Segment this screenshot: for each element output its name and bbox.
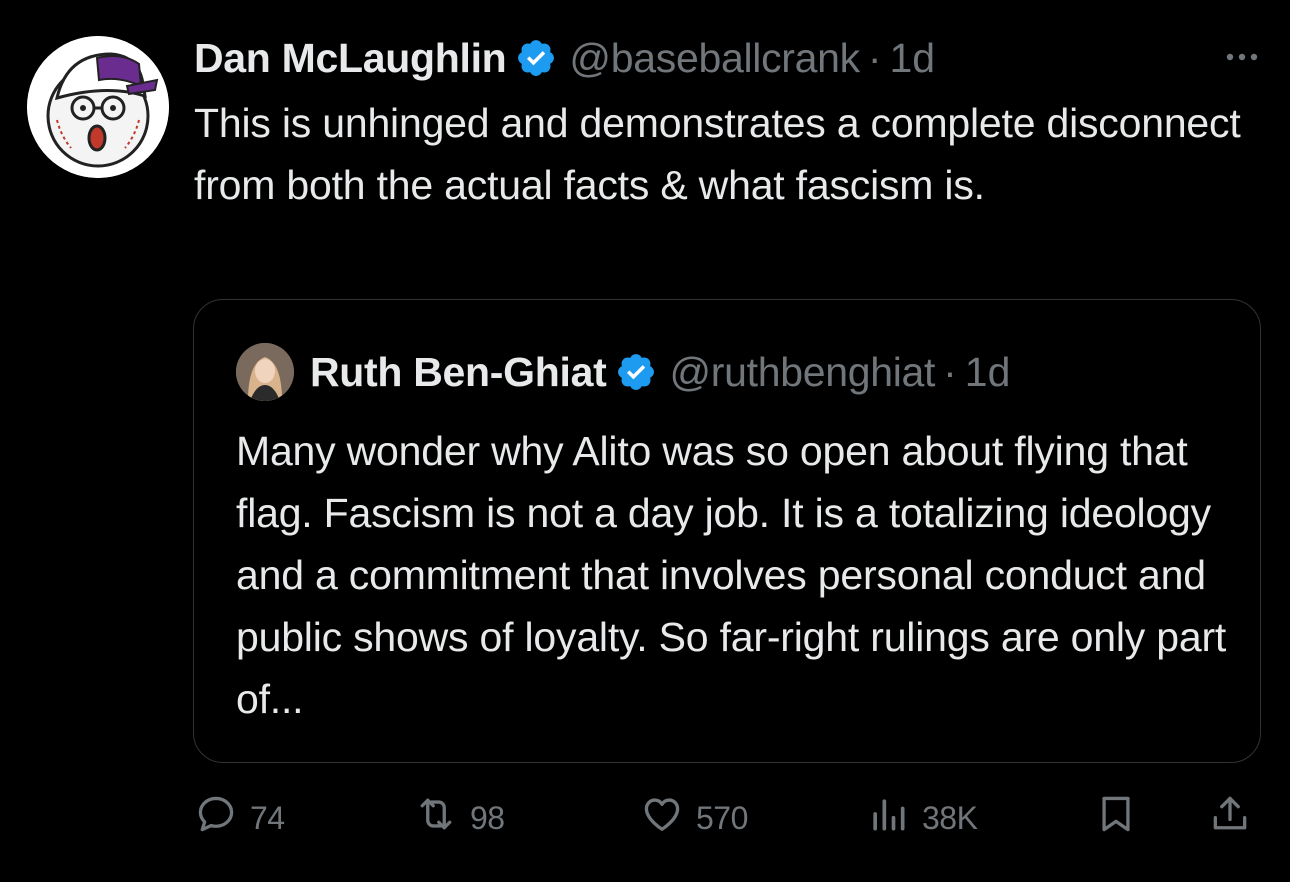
author-avatar[interactable] bbox=[27, 36, 169, 178]
reply-count: 74 bbox=[250, 799, 285, 836]
tweet-header: Dan McLaughlin @baseballcrank · 1d bbox=[194, 30, 935, 86]
like-button[interactable]: 570 bbox=[640, 788, 748, 848]
author-handle[interactable]: @baseballcrank bbox=[569, 35, 860, 82]
repost-icon bbox=[414, 792, 458, 844]
tweet-action-bar: 74 98 570 38K bbox=[0, 788, 1290, 848]
reply-icon bbox=[194, 792, 238, 844]
author-display-name[interactable]: Dan McLaughlin bbox=[194, 35, 507, 82]
quoted-tweet-text: Many wonder why Alito was so open about … bbox=[236, 428, 1227, 722]
quoted-author-display-name[interactable]: Ruth Ben-Ghiat bbox=[310, 349, 607, 396]
repost-button[interactable]: 98 bbox=[414, 788, 505, 848]
separator-dot: · bbox=[867, 34, 882, 81]
share-button[interactable] bbox=[1208, 788, 1252, 848]
heart-icon bbox=[640, 792, 684, 844]
like-count: 570 bbox=[696, 799, 748, 836]
tweet-text: This is unhinged and demonstrates a comp… bbox=[194, 100, 1241, 208]
views-count: 38K bbox=[922, 799, 978, 836]
views-button[interactable]: 38K bbox=[866, 788, 978, 848]
quoted-tweet-header: Ruth Ben-Ghiat @ruthbenghiat · 1d bbox=[236, 343, 1011, 401]
bookmark-icon bbox=[1094, 792, 1138, 844]
tweet-timestamp[interactable]: 1d bbox=[890, 35, 936, 82]
quoted-tweet-timestamp[interactable]: 1d bbox=[965, 349, 1011, 396]
bookmark-button[interactable] bbox=[1094, 788, 1138, 848]
separator-dot: · bbox=[943, 348, 957, 395]
quoted-author-handle[interactable]: @ruthbenghiat bbox=[669, 349, 935, 396]
reply-button[interactable]: 74 bbox=[194, 788, 285, 848]
verified-badge-icon[interactable] bbox=[515, 37, 557, 79]
verified-badge-icon[interactable] bbox=[615, 351, 657, 393]
views-chart-icon bbox=[866, 792, 910, 844]
quoted-author-avatar[interactable] bbox=[236, 343, 294, 401]
share-icon bbox=[1208, 792, 1252, 844]
more-horizontal-icon[interactable] bbox=[1222, 42, 1262, 72]
quoted-tweet-card[interactable]: Ruth Ben-Ghiat @ruthbenghiat · 1d Many w… bbox=[193, 299, 1261, 763]
repost-count: 98 bbox=[470, 799, 505, 836]
